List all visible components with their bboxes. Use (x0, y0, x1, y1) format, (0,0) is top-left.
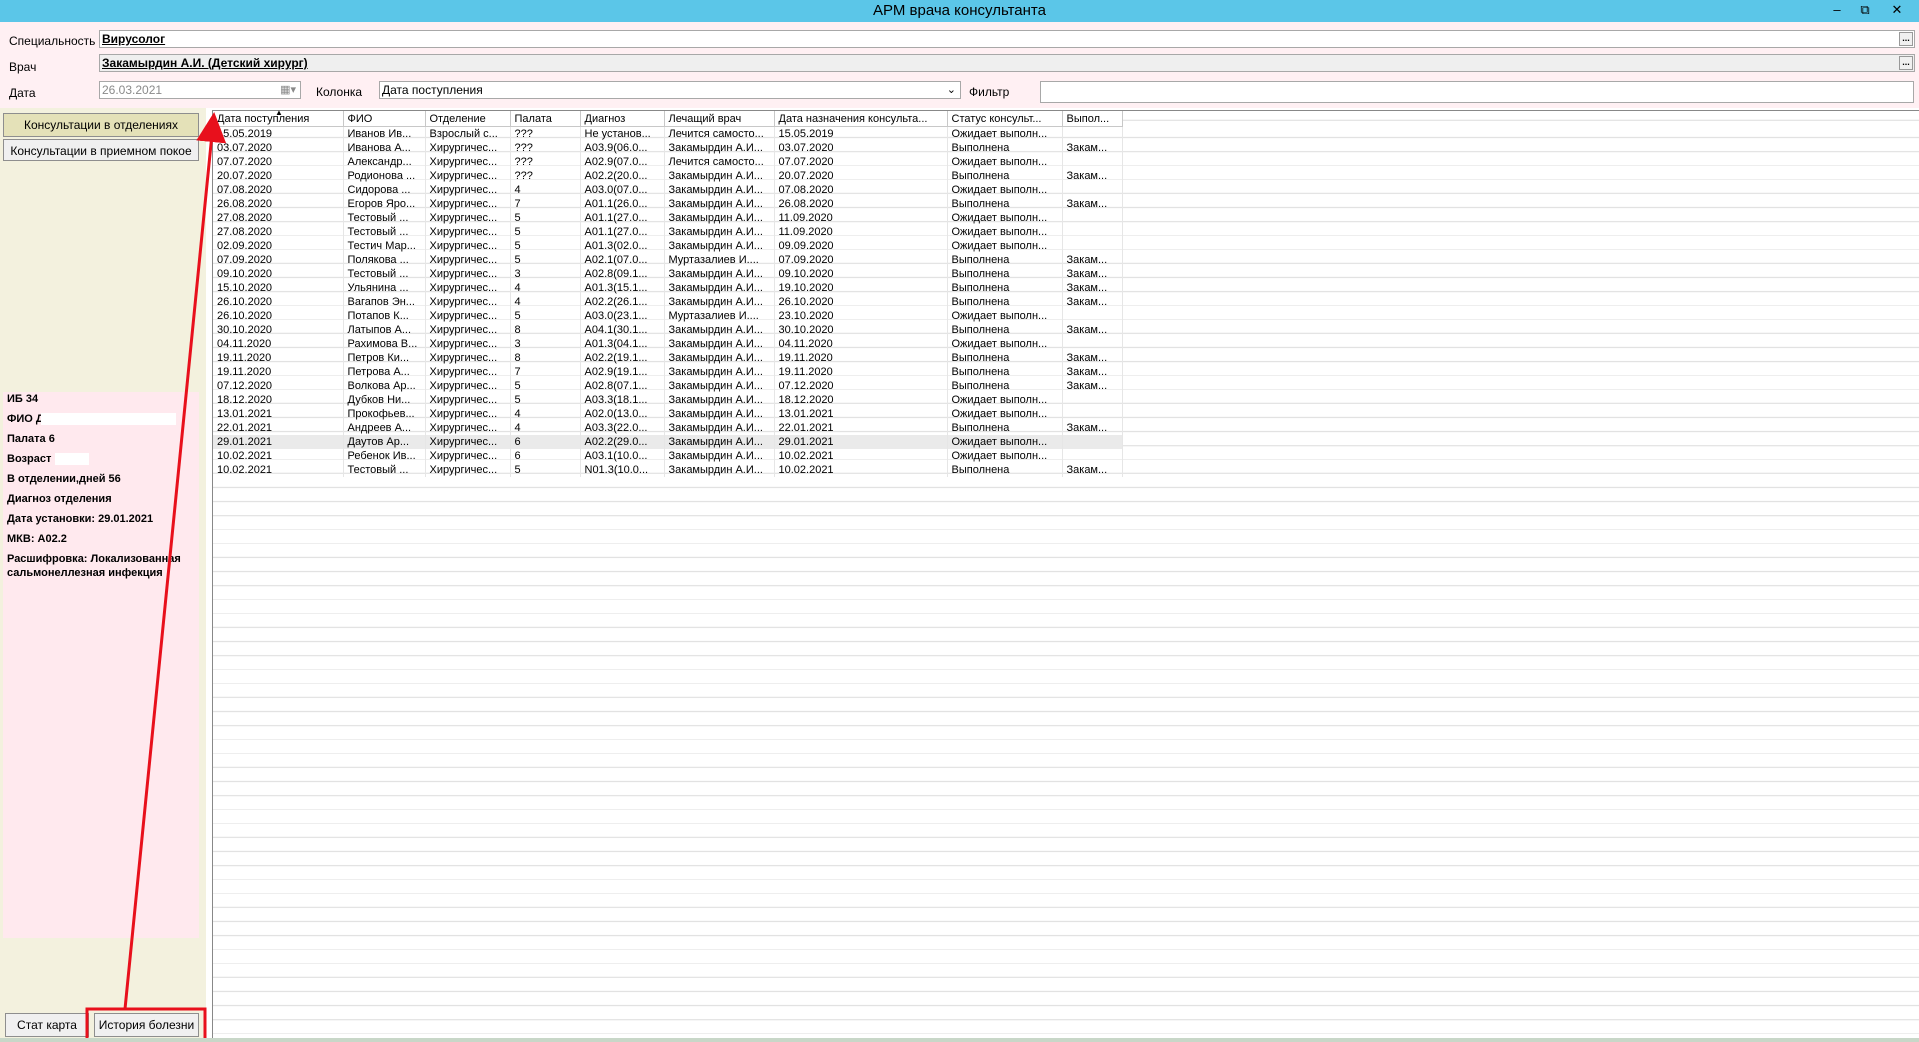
highlight-box (85, 1007, 207, 1042)
bottom-strip (0, 1038, 1919, 1042)
annotation-arrow (123, 112, 227, 1010)
annotation-overlay (85, 112, 227, 1042)
